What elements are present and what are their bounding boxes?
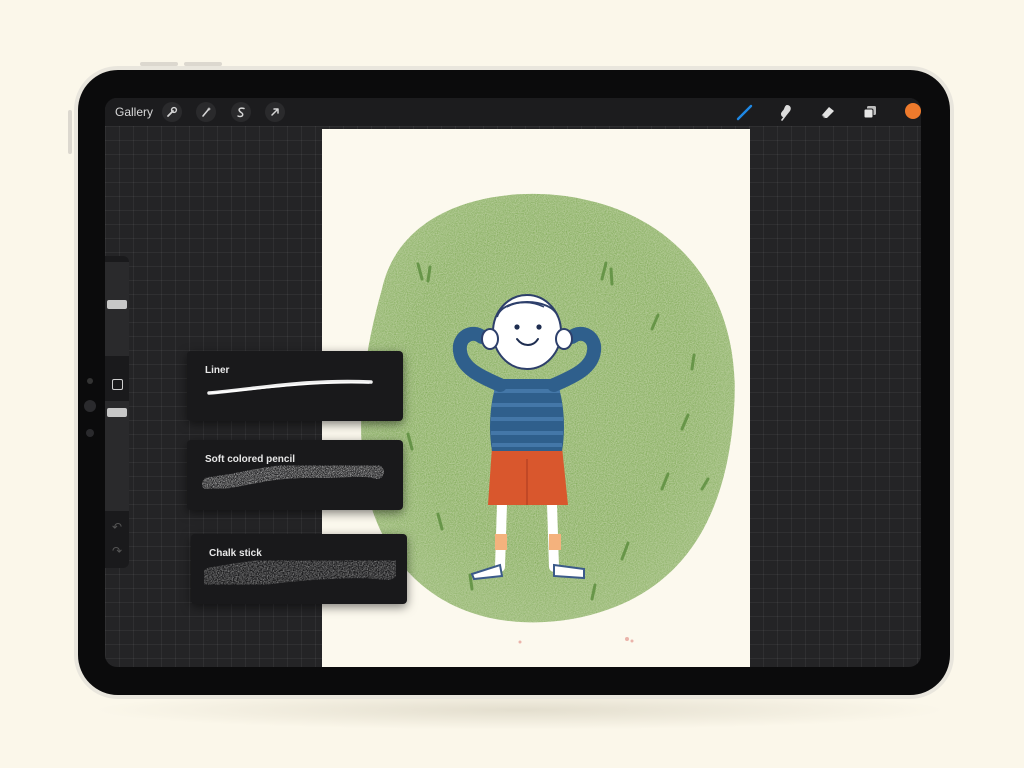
brush-size-slider[interactable] [105,262,129,356]
transform-arrow-icon[interactable] [265,102,285,122]
gallery-button[interactable]: Gallery [115,105,153,119]
device-power-button [68,110,72,154]
brush-icon[interactable] [734,102,756,122]
brush-preview-liner[interactable]: Liner [187,351,403,421]
smudge-icon[interactable] [776,102,798,122]
eraser-icon[interactable] [817,102,839,122]
brush-size-thumb[interactable] [107,300,127,309]
chalk-stroke [200,552,400,593]
front-camera [84,400,96,412]
modify-square-icon[interactable] [112,379,123,390]
layers-icon[interactable] [859,102,881,122]
camera-sensor [86,429,94,437]
app-screen: Gallery ↶ ↷ Liner Soft colored pencil Ch… [105,98,921,667]
opacity-thumb[interactable] [107,408,127,417]
wrench-icon[interactable] [162,102,182,122]
brush-preview-soft-colored-pencil[interactable]: Soft colored pencil [187,440,403,510]
camera-sensor [87,378,93,384]
top-toolbar: Gallery [105,98,921,126]
selection-s-icon[interactable] [231,102,251,122]
pencil-stroke [202,462,384,491]
current-color-swatch[interactable] [905,103,921,119]
side-toolbar: ↶ ↷ [105,256,129,568]
brush-preview-chalk-stick[interactable]: Chalk stick [191,534,407,604]
undo-icon[interactable]: ↶ [112,520,122,534]
redo-icon[interactable]: ↷ [112,544,122,558]
opacity-slider[interactable] [105,401,129,511]
liner-stroke [207,379,373,395]
magic-wand-icon[interactable] [196,102,216,122]
ground-specks [518,637,634,644]
